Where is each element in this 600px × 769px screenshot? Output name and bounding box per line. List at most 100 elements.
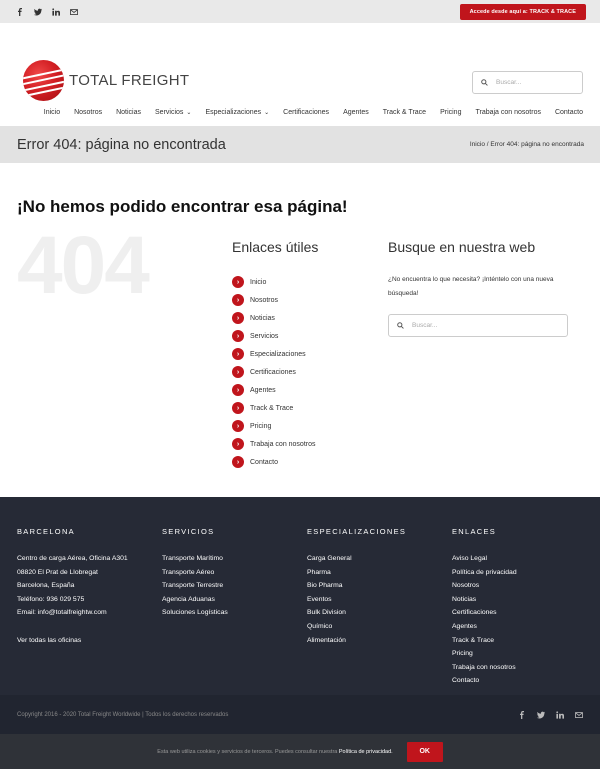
chevron-right-icon: › xyxy=(232,276,244,288)
chevron-right-icon: › xyxy=(232,438,244,450)
linkedin-icon[interactable] xyxy=(52,7,60,16)
footer-link[interactable]: Trabaja con nosotros xyxy=(452,661,517,675)
main-content: ¡No hemos podido encontrar esa página! 4… xyxy=(0,163,600,497)
list-item[interactable]: › Inicio xyxy=(232,273,318,291)
nav-item-servicios[interactable]: Servicios ⌄ xyxy=(155,109,191,116)
footer-link[interactable]: Carga General xyxy=(307,552,406,566)
header-search-input[interactable]: Buscar... xyxy=(472,71,583,94)
useful-links-list: › Inicio › Nosotros › Noticias › Servicios ›… xyxy=(232,273,318,471)
footer-column-especializaciones: ESPECIALIZACIONES Carga General Pharma B… xyxy=(307,527,406,647)
list-item[interactable]: › Track & Trace xyxy=(232,399,318,417)
nav-item-certificaciones[interactable]: Certificaciones xyxy=(283,109,329,116)
linkedin-icon[interactable] xyxy=(556,710,564,719)
cookie-text: Esta web utiliza cookies y servicios de … xyxy=(157,749,392,755)
footer-column-barcelona: BARCELONA Centro de carga Aérea, Oficina… xyxy=(17,527,128,647)
footer-link[interactable]: Bulk Division xyxy=(307,606,406,620)
footer-link[interactable]: Pricing xyxy=(452,647,517,661)
footer-link[interactable]: Bio Pharma xyxy=(307,579,406,593)
facebook-icon[interactable] xyxy=(518,710,526,719)
footer-link[interactable]: Transporte Terrestre xyxy=(162,579,228,593)
search-section: Busque en nuestra web ¿No encuentra lo q… xyxy=(388,239,583,337)
cookie-ok-button[interactable]: OK xyxy=(406,741,443,762)
list-item[interactable]: › Contacto xyxy=(232,453,318,471)
footer-all-offices-link[interactable]: Ver todas las oficinas xyxy=(17,634,128,648)
footer-social-links xyxy=(518,710,583,719)
link-label: Nosotros xyxy=(250,296,279,304)
footer-link[interactable]: Certificaciones xyxy=(452,606,517,620)
footer-column-title: SERVICIOS xyxy=(162,527,215,536)
footer-link[interactable]: Transporte Marítimo xyxy=(162,552,228,566)
nav-item-agentes[interactable]: Agentes xyxy=(343,109,369,116)
footer-link[interactable]: Eventos xyxy=(307,593,406,607)
list-item[interactable]: › Noticias xyxy=(232,309,318,327)
useful-links-title: Enlaces útiles xyxy=(232,239,319,255)
footer-address-line: Barcelona, España xyxy=(17,582,75,590)
link-label: Agentes xyxy=(250,386,276,394)
footer-address-line: 08820 El Prat de Llobregat xyxy=(17,568,98,576)
footer-link[interactable]: Agentes xyxy=(452,620,517,634)
nav-item-especializaciones[interactable]: Especializaciones ⌄ xyxy=(205,109,269,116)
nav-item-trabaja[interactable]: Trabaja con nosotros xyxy=(475,109,541,116)
nav-item-pricing[interactable]: Pricing xyxy=(440,109,461,116)
chevron-right-icon: › xyxy=(232,384,244,396)
privacy-policy-link[interactable]: Política de privacidad. xyxy=(339,749,393,755)
breadcrumb[interactable]: Inicio / Error 404: página no encontrada xyxy=(470,141,584,148)
footer-link[interactable]: Pharma xyxy=(307,566,406,580)
footer-link[interactable]: Nosotros xyxy=(452,579,517,593)
link-label: Certificaciones xyxy=(250,368,296,376)
chevron-right-icon: › xyxy=(232,348,244,360)
footer-link[interactable]: Aviso Legal xyxy=(452,552,517,566)
search-section-title: Busque en nuestra web xyxy=(388,239,536,255)
chevron-right-icon: › xyxy=(232,402,244,414)
chevron-right-icon: › xyxy=(232,294,244,306)
footer-link[interactable]: Contacto xyxy=(452,674,517,688)
nav-item-especializaciones-label: Especializaciones xyxy=(205,108,262,116)
search-section-text: ¿No encuentra lo que necesita? ¡Inténtel… xyxy=(388,276,554,297)
twitter-icon[interactable] xyxy=(537,711,545,719)
search-placeholder: Buscar... xyxy=(412,322,438,329)
nav-item-noticias[interactable]: Noticias xyxy=(116,109,141,116)
footer-column-servicios: SERVICIOS Transporte Marítimo Transporte… xyxy=(162,527,228,620)
link-label: Track & Trace xyxy=(250,404,294,412)
footer-link[interactable]: Agencia Aduanas xyxy=(162,593,228,607)
facebook-icon[interactable] xyxy=(16,7,24,16)
search-icon xyxy=(397,322,404,329)
list-item[interactable]: › Certificaciones xyxy=(232,363,318,381)
link-label: Trabaja con nosotros xyxy=(250,440,316,448)
footer-link[interactable]: Soluciones Logísticas xyxy=(162,606,228,620)
footer-link[interactable]: Track & Trace xyxy=(452,634,517,648)
nav-item-contacto[interactable]: Contacto xyxy=(555,109,583,116)
list-item[interactable]: › Servicios xyxy=(232,327,318,345)
nav-item-nosotros[interactable]: Nosotros xyxy=(74,109,102,116)
chevron-down-icon: ⌄ xyxy=(264,109,270,116)
nav-item-track-trace[interactable]: Track & Trace xyxy=(383,109,426,116)
twitter-icon[interactable] xyxy=(34,8,42,16)
footer-link[interactable]: Noticias xyxy=(452,593,517,607)
footer-email[interactable]: Email: info@totalfreightw.com xyxy=(17,606,128,620)
footer-link[interactable]: Alimentación xyxy=(307,634,406,648)
page-title-bar: Error 404: página no encontrada Inicio /… xyxy=(0,126,600,163)
list-item[interactable]: › Especializaciones xyxy=(232,345,318,363)
link-label: Servicios xyxy=(250,332,279,340)
link-label: Inicio xyxy=(250,278,267,286)
footer-link[interactable]: Químico xyxy=(307,620,406,634)
top-bar: Accede desde aquí a: TRACK & TRACE xyxy=(0,0,600,23)
list-item[interactable]: › Nosotros xyxy=(232,291,318,309)
error-code: 404 xyxy=(17,220,150,311)
search-icon xyxy=(481,79,488,86)
chevron-right-icon: › xyxy=(232,420,244,432)
footer-link[interactable]: Política de privacidad xyxy=(452,566,517,580)
social-links xyxy=(16,7,78,16)
chevron-right-icon: › xyxy=(232,330,244,342)
mail-icon[interactable] xyxy=(575,711,583,719)
track-trace-button[interactable]: Accede desde aquí a: TRACK & TRACE xyxy=(459,3,586,20)
list-item[interactable]: › Trabaja con nosotros xyxy=(232,435,318,453)
chevron-right-icon: › xyxy=(232,456,244,468)
list-item[interactable]: › Pricing xyxy=(232,417,318,435)
footer-link[interactable]: Transporte Aéreo xyxy=(162,566,228,580)
nav-item-inicio[interactable]: Inicio xyxy=(44,109,60,116)
mail-icon[interactable] xyxy=(70,8,78,16)
site-logo[interactable]: TOTAL FREIGHT xyxy=(23,60,189,101)
list-item[interactable]: › Agentes xyxy=(232,381,318,399)
search-input[interactable]: Buscar... xyxy=(388,314,568,337)
